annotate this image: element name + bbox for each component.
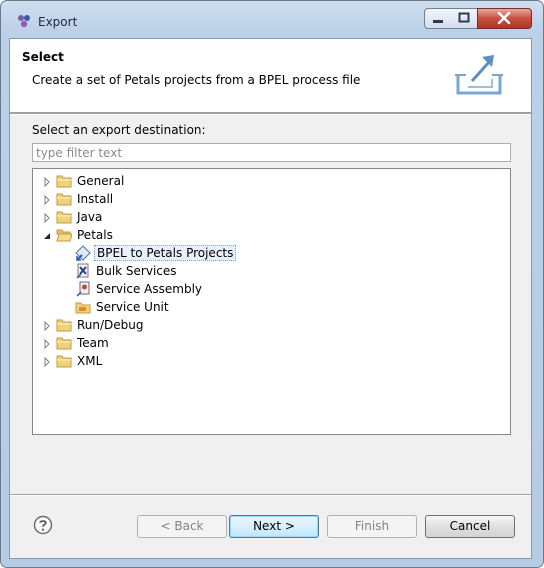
expand-arrow-icon[interactable] xyxy=(42,195,52,205)
minimize-button[interactable] xyxy=(424,8,452,29)
service-unit-icon xyxy=(75,302,91,314)
tree-item-label: Service Assembly xyxy=(96,282,203,296)
tree-item-general[interactable]: General xyxy=(33,173,503,190)
tree-item-team[interactable]: Team xyxy=(33,335,503,352)
tree-item-label: XML xyxy=(77,354,103,368)
wizard-header: Select Create a set of Petals projects f… xyxy=(10,39,531,113)
cancel-button[interactable]: Cancel xyxy=(425,515,515,538)
tree-item-label: Run/Debug xyxy=(77,318,144,332)
folder-icon xyxy=(56,175,72,188)
header-separator xyxy=(10,113,531,115)
tree-item-service-unit[interactable]: Service Unit xyxy=(33,299,503,316)
destination-label: Select an export destination: xyxy=(32,123,206,137)
tree-item-service-assembly[interactable]: Service Assembly xyxy=(33,281,503,298)
tree-item-label: BPEL to Petals Projects xyxy=(94,245,237,261)
back-button[interactable]: < Back xyxy=(137,515,227,538)
next-button[interactable]: Next > xyxy=(229,515,319,538)
bpel-icon xyxy=(75,245,91,261)
title-bar[interactable]: Export xyxy=(1,1,543,37)
tree-item-label: Bulk Services xyxy=(96,264,177,278)
tree-item-label: General xyxy=(77,174,125,188)
destination-tree[interactable]: General Install Java Petals BPEL to Peta… xyxy=(32,168,511,435)
page-title: Select xyxy=(22,50,64,64)
service-assembly-icon xyxy=(76,281,90,297)
tree-item-petals[interactable]: Petals xyxy=(33,227,503,244)
bulk-services-icon xyxy=(76,263,89,279)
dialog-client-area: Select Create a set of Petals projects f… xyxy=(9,38,532,559)
export-app-icon xyxy=(18,15,30,28)
tree-item-bulk-services[interactable]: Bulk Services xyxy=(33,263,503,280)
tree-item-bpel-to-petals-projects[interactable]: BPEL to Petals Projects xyxy=(33,245,503,262)
collapse-arrow-icon[interactable] xyxy=(42,231,52,241)
minimize-icon xyxy=(433,20,443,23)
close-button[interactable] xyxy=(477,8,532,29)
expand-arrow-icon[interactable] xyxy=(42,321,52,331)
tree-item-install[interactable]: Install xyxy=(33,191,503,208)
expand-arrow-icon[interactable] xyxy=(42,357,52,367)
folder-icon xyxy=(56,193,72,206)
tree-item-label: Java xyxy=(77,210,103,224)
window-controls xyxy=(424,8,532,29)
filter-input[interactable] xyxy=(32,143,511,162)
page-description: Create a set of Petals projects from a B… xyxy=(32,73,361,87)
folder-icon xyxy=(56,319,72,332)
tree-item-label: Team xyxy=(77,336,109,350)
maximize-icon xyxy=(458,12,470,23)
finish-button[interactable]: Finish xyxy=(327,515,417,538)
tree-item-xml[interactable]: XML xyxy=(33,353,503,370)
folder-icon xyxy=(56,211,72,224)
export-wizard-banner-icon xyxy=(455,55,503,95)
tree-item-run-debug[interactable]: Run/Debug xyxy=(33,317,503,334)
folder-icon xyxy=(56,355,72,368)
maximize-button[interactable] xyxy=(451,8,478,29)
folder-icon xyxy=(56,337,72,350)
footer-separator xyxy=(10,494,531,496)
export-dialog-window: Export Select Create a set of Petals pro… xyxy=(0,0,544,568)
expand-arrow-icon[interactable] xyxy=(42,339,52,349)
expand-arrow-icon[interactable] xyxy=(42,213,52,223)
tree-item-label: Service Unit xyxy=(96,300,169,314)
window-title: Export xyxy=(38,15,78,29)
tree-item-label: Install xyxy=(77,192,114,206)
expand-arrow-icon[interactable] xyxy=(42,177,52,187)
close-icon xyxy=(497,11,511,25)
help-icon[interactable] xyxy=(33,515,53,535)
tree-item-label: Petals xyxy=(77,228,113,242)
tree-item-java[interactable]: Java xyxy=(33,209,503,226)
folder-open-icon xyxy=(56,229,72,242)
